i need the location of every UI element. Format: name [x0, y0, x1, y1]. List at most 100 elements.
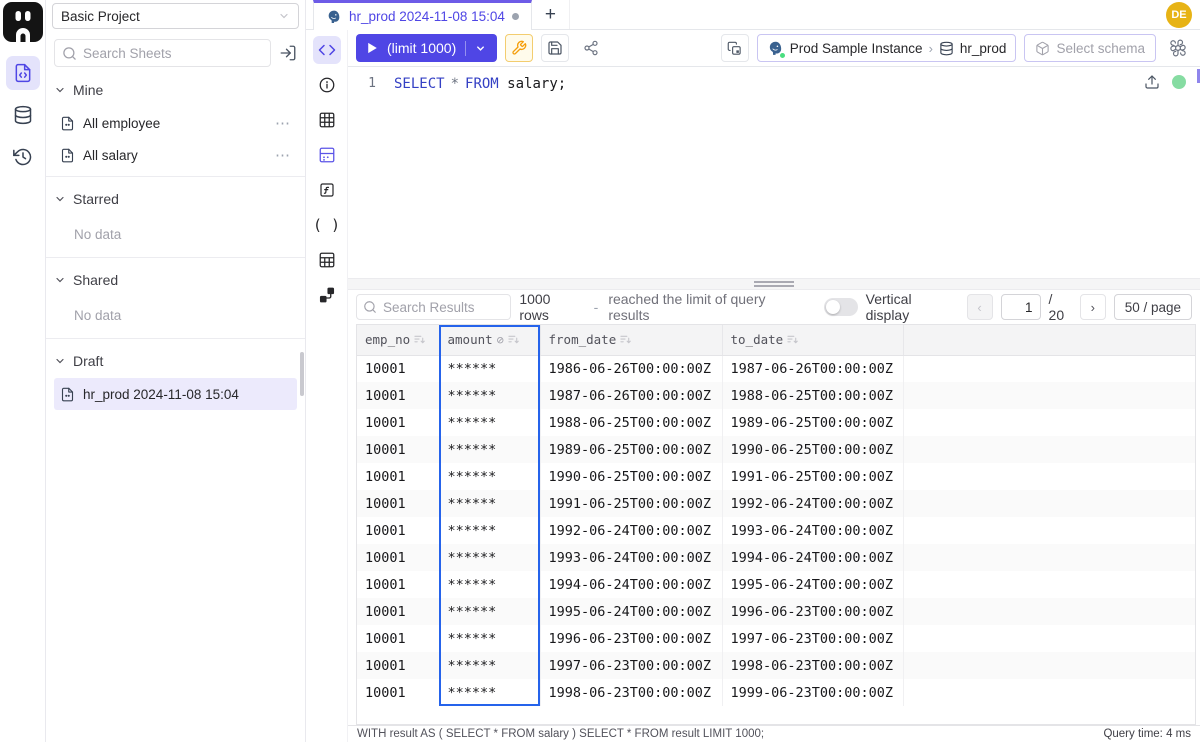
page-number-input[interactable] — [1001, 294, 1041, 320]
prev-page-button[interactable]: ‹ — [967, 294, 993, 320]
table-row[interactable]: 10001******1998-06-23T00:00:00Z1999-06-2… — [357, 679, 1195, 706]
table-cell[interactable]: 10001 — [357, 544, 439, 571]
vertical-display-toggle[interactable] — [824, 298, 858, 316]
ai-assistant-button[interactable] — [1164, 34, 1192, 62]
table-row[interactable]: 10001******1989-06-25T00:00:00Z1990-06-2… — [357, 436, 1195, 463]
table-cell[interactable]: ****** — [439, 625, 540, 652]
table-row[interactable]: 10001******1988-06-25T00:00:00Z1989-06-2… — [357, 409, 1195, 436]
table-cell[interactable]: ****** — [439, 463, 540, 490]
table-row[interactable]: 10001******1991-06-25T00:00:00Z1992-06-2… — [357, 490, 1195, 517]
table-cell[interactable]: 1987-06-26T00:00:00Z — [722, 355, 903, 382]
table-row[interactable]: 10001******1996-06-23T00:00:00Z1997-06-2… — [357, 625, 1195, 652]
column-header-from_date[interactable]: from_date — [540, 325, 722, 355]
code-line[interactable]: 1 SELECT*FROM salary; — [348, 74, 1200, 94]
panel-grid-button[interactable] — [313, 246, 341, 274]
search-results-input[interactable] — [356, 294, 511, 320]
batch-query-button[interactable] — [721, 34, 749, 62]
table-cell[interactable]: 10001 — [357, 382, 439, 409]
table-cell[interactable]: 1989-06-25T00:00:00Z — [540, 436, 722, 463]
sheet-item-all-salary[interactable]: All salary ⋯ — [54, 139, 297, 171]
panel-table-button[interactable] — [313, 106, 341, 134]
table-cell[interactable]: ****** — [439, 517, 540, 544]
panel-info-button[interactable] — [313, 71, 341, 99]
table-cell[interactable]: ****** — [439, 355, 540, 382]
rail-sheets-button[interactable] — [6, 56, 40, 90]
table-cell[interactable]: 10001 — [357, 679, 439, 706]
table-cell[interactable]: 1995-06-24T00:00:00Z — [722, 571, 903, 598]
connection-selector[interactable]: Prod Sample Instance › hr_prod — [757, 34, 1017, 62]
table-cell[interactable]: 10001 — [357, 463, 439, 490]
new-tab-button[interactable]: + — [532, 0, 570, 29]
table-row[interactable]: 10001******1986-06-26T00:00:00Z1987-06-2… — [357, 355, 1195, 382]
table-row[interactable]: 10001******1990-06-25T00:00:00Z1991-06-2… — [357, 463, 1195, 490]
table-cell[interactable]: 10001 — [357, 355, 439, 382]
sheet-item-all-employee[interactable]: All employee ⋯ — [54, 107, 297, 139]
table-cell[interactable]: 10001 — [357, 652, 439, 679]
table-cell[interactable]: 1988-06-25T00:00:00Z — [722, 382, 903, 409]
table-row[interactable]: 10001******1987-06-26T00:00:00Z1988-06-2… — [357, 382, 1195, 409]
table-cell[interactable]: 1999-06-23T00:00:00Z — [722, 679, 903, 706]
page-size-select[interactable]: 50 / page — [1114, 294, 1192, 320]
table-cell[interactable]: 1998-06-23T00:00:00Z — [540, 679, 722, 706]
table-cell[interactable]: ****** — [439, 490, 540, 517]
table-cell[interactable]: 1991-06-25T00:00:00Z — [722, 463, 903, 490]
table-cell[interactable]: 1994-06-24T00:00:00Z — [722, 544, 903, 571]
table-cell[interactable]: 1993-06-24T00:00:00Z — [722, 517, 903, 544]
sheet-item-menu-icon[interactable]: ⋯ — [275, 114, 291, 132]
format-sql-button[interactable] — [505, 34, 533, 62]
section-starred[interactable]: Starred — [54, 182, 297, 216]
project-select[interactable]: Basic Project — [52, 3, 299, 29]
table-row[interactable]: 10001******1994-06-24T00:00:00Z1995-06-2… — [357, 571, 1195, 598]
table-cell[interactable]: 1989-06-25T00:00:00Z — [722, 409, 903, 436]
table-cell[interactable]: 1995-06-24T00:00:00Z — [540, 598, 722, 625]
table-cell[interactable]: 10001 — [357, 409, 439, 436]
panel-schema-diagram-button[interactable] — [313, 281, 341, 309]
panel-data-button[interactable] — [313, 141, 341, 169]
table-row[interactable]: 10001******1992-06-24T00:00:00Z1993-06-2… — [357, 517, 1195, 544]
table-cell[interactable]: ****** — [439, 571, 540, 598]
sidebar-scrollbar[interactable] — [300, 352, 304, 396]
table-cell[interactable]: 1988-06-25T00:00:00Z — [540, 409, 722, 436]
sql-editor[interactable]: 1 SELECT*FROM salary; — [348, 67, 1200, 278]
run-query-button[interactable]: (limit 1000) — [356, 34, 497, 62]
table-cell[interactable]: 10001 — [357, 436, 439, 463]
table-cell[interactable]: ****** — [439, 679, 540, 706]
sheet-item-draft[interactable]: hr_prod 2024-11-08 15:04 — [54, 378, 297, 410]
table-cell[interactable]: 1997-06-23T00:00:00Z — [722, 625, 903, 652]
panel-parentheses-button[interactable]: ( ) — [313, 211, 341, 239]
table-cell[interactable]: ****** — [439, 598, 540, 625]
section-mine[interactable]: Mine — [54, 73, 297, 107]
panel-resize-handle[interactable] — [348, 278, 1200, 290]
column-header-to_date[interactable]: to_date — [722, 325, 903, 355]
table-cell[interactable]: 1987-06-26T00:00:00Z — [540, 382, 722, 409]
import-sheet-icon[interactable] — [279, 44, 297, 62]
search-sheets-input[interactable] — [54, 39, 271, 67]
table-cell[interactable]: ****** — [439, 436, 540, 463]
section-draft[interactable]: Draft — [54, 344, 297, 378]
table-cell[interactable]: 1992-06-24T00:00:00Z — [540, 517, 722, 544]
rail-databases-button[interactable] — [6, 98, 40, 132]
section-shared[interactable]: Shared — [54, 263, 297, 297]
table-cell[interactable]: 10001 — [357, 490, 439, 517]
select-schema-button[interactable]: Select schema — [1024, 34, 1156, 62]
table-cell[interactable]: ****** — [439, 382, 540, 409]
next-page-button[interactable]: › — [1080, 294, 1106, 320]
upload-icon[interactable] — [1144, 74, 1160, 90]
rail-history-button[interactable] — [6, 140, 40, 174]
table-row[interactable]: 10001******1993-06-24T00:00:00Z1994-06-2… — [357, 544, 1195, 571]
table-cell[interactable]: 1993-06-24T00:00:00Z — [540, 544, 722, 571]
table-cell[interactable]: 1994-06-24T00:00:00Z — [540, 571, 722, 598]
table-cell[interactable]: 10001 — [357, 625, 439, 652]
table-cell[interactable]: 1986-06-26T00:00:00Z — [540, 355, 722, 382]
save-sheet-button[interactable] — [541, 34, 569, 62]
table-cell[interactable]: 1998-06-23T00:00:00Z — [722, 652, 903, 679]
bytebase-logo-icon[interactable] — [3, 2, 43, 42]
table-cell[interactable]: 1990-06-25T00:00:00Z — [540, 463, 722, 490]
column-header-amount[interactable]: amount⊘ — [439, 325, 540, 355]
share-sheet-button[interactable] — [577, 34, 605, 62]
table-cell[interactable]: 10001 — [357, 571, 439, 598]
table-cell[interactable]: 1990-06-25T00:00:00Z — [722, 436, 903, 463]
table-cell[interactable]: 10001 — [357, 517, 439, 544]
table-cell[interactable]: 1991-06-25T00:00:00Z — [540, 490, 722, 517]
table-row[interactable]: 10001******1997-06-23T00:00:00Z1998-06-2… — [357, 652, 1195, 679]
